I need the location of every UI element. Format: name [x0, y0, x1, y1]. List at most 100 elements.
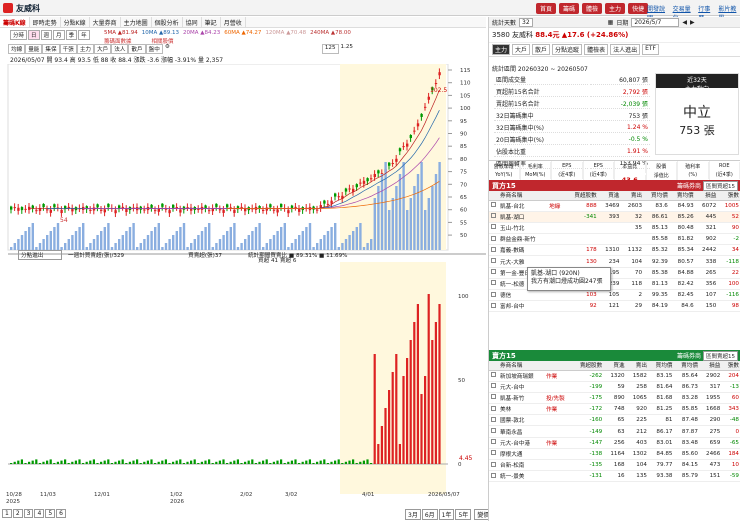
column-header[interactable]: 券商名稱: [498, 361, 545, 371]
nav-chips-button[interactable]: 籌碼: [559, 3, 580, 14]
table-row[interactable]: 台新-松南 -135 168 104 79.77 84.15 473 10: [489, 459, 740, 472]
checkbox-icon[interactable]: [491, 213, 496, 219]
row-checkbox[interactable]: [489, 278, 498, 291]
page-3[interactable]: 3: [23, 509, 34, 518]
table-row[interactable]: 群益金鼎-新竹 85.58 81.82 902 -2: [489, 233, 740, 246]
row-checkbox[interactable]: [489, 233, 498, 246]
page-4[interactable]: 4: [34, 509, 45, 518]
column-header[interactable]: 賣出: [626, 361, 649, 371]
row-checkbox[interactable]: [489, 459, 498, 472]
rtab-inst[interactable]: 法人進出: [610, 44, 641, 55]
tool-custody-button[interactable]: 集保: [42, 44, 60, 54]
gear-icon[interactable]: ⚙: [162, 44, 172, 54]
period-month[interactable]: 月: [53, 30, 65, 40]
period-week[interactable]: 週: [40, 30, 53, 40]
checkbox-icon[interactable]: [491, 450, 496, 456]
column-header[interactable]: 張數: [722, 361, 740, 371]
legend-ma60[interactable]: 60MA ▲74.27: [224, 30, 261, 36]
row-checkbox[interactable]: [489, 244, 498, 257]
column-header[interactable]: 賣均價: [669, 191, 696, 201]
kline-chart[interactable]: 115 110 105 100 95 90 85 80 75 70 65 60 55 50 102.5 54 1…: [0, 64, 486, 504]
tab-notes[interactable]: 筆記: [202, 17, 221, 27]
checkbox-icon[interactable]: [491, 405, 496, 411]
legend-ma10[interactable]: 10MA ▲89.13: [142, 30, 179, 36]
tool-intraday-button[interactable]: 盤中: [145, 44, 163, 54]
checkbox-icon[interactable]: [491, 269, 496, 275]
table-row[interactable]: 元大-台中 -199 59 258 81.64 86.73 317 -13: [489, 381, 740, 393]
column-header[interactable]: 買進: [598, 191, 622, 201]
tab-analysis[interactable]: 個股分析: [152, 17, 183, 27]
checkbox-icon[interactable]: [491, 302, 496, 308]
tab-chip-kline[interactable]: 籌碼K線: [0, 17, 30, 27]
tool-retail-button[interactable]: 散戶: [128, 44, 146, 54]
page-6[interactable]: 6: [56, 509, 66, 518]
rtab-health[interactable]: 體檢表: [584, 44, 609, 55]
checkbox-icon[interactable]: [491, 372, 496, 378]
page-2[interactable]: 2: [12, 509, 23, 518]
tool-main-button[interactable]: 主力: [76, 44, 95, 54]
nav-quick-button[interactable]: 快捷: [628, 3, 649, 14]
table-row[interactable]: 嘉義-數碼 178 1310 1132 85.32 85.34 2442 34: [489, 244, 740, 257]
row-checkbox[interactable]: [489, 300, 498, 313]
tool-inst-button[interactable]: 法人: [111, 44, 129, 54]
rtab-retail[interactable]: 散戶: [532, 44, 551, 55]
calendar-icon[interactable]: ▦: [608, 19, 614, 26]
row-checkbox[interactable]: [489, 255, 498, 268]
table-row[interactable]: 元大-台中港 作業 -147 256 403 83.01 83.48 659 -65: [489, 437, 740, 449]
row-checkbox[interactable]: [489, 222, 498, 235]
row-checkbox[interactable]: [489, 425, 498, 438]
nav-home-button[interactable]: 首頁: [536, 3, 557, 14]
legend-ma240[interactable]: 240MA ▲78.00: [310, 30, 351, 36]
row-checkbox[interactable]: [489, 392, 498, 405]
row-checkbox[interactable]: [489, 403, 498, 416]
table-row[interactable]: 新加坡商瑞銀 作業 -262 1320 1582 83.15 85.64 2902 204: [489, 370, 740, 382]
period-intraday[interactable]: 分時: [10, 30, 28, 40]
row-checkbox[interactable]: [489, 267, 498, 279]
tool-volume-button[interactable]: 量能: [25, 44, 43, 54]
checkbox-icon[interactable]: [491, 472, 496, 478]
row-checkbox[interactable]: [489, 437, 498, 449]
legend-ma120[interactable]: 120MA ▲70.48: [265, 30, 306, 36]
table-row[interactable]: 元大-大雅 130 234 104 92.39 80.57 338 -118: [489, 255, 740, 268]
table-row[interactable]: 德信 103 105 2 99.35 82.45 107 -116: [489, 289, 740, 302]
table-row[interactable]: 美林 作業 -172 748 920 81.25 85.85 1668 343: [489, 403, 740, 416]
checkbox-icon[interactable]: [491, 280, 496, 286]
column-header[interactable]: 損益: [699, 361, 723, 371]
table-row[interactable]: 摩根大通 -138 1164 1302 84.85 85.60 2466 184: [489, 448, 740, 461]
rtab-big[interactable]: 大戶: [512, 44, 531, 55]
bottom-panel-select[interactable]: 分點進出: [18, 250, 62, 260]
table-row[interactable]: 國票-敦北 -160 65 225 81 87.48 290 -48: [489, 414, 740, 427]
column-header[interactable]: 損益: [695, 191, 719, 201]
table-row[interactable]: 凱基-新竹 投/先製 -175 890 1065 81.68 83.28 1955 60: [489, 392, 740, 405]
arrow-left-icon[interactable]: ◀: [682, 19, 687, 26]
table-row[interactable]: 富邦-台中 92 121 29 84.19 84.6 150 98: [489, 300, 740, 313]
checkbox-icon[interactable]: [491, 416, 496, 422]
arrow-right-icon[interactable]: ▶: [690, 19, 695, 26]
rtab-etf[interactable]: ETF: [642, 44, 660, 55]
row-checkbox[interactable]: [489, 448, 498, 461]
sell-select[interactable]: 區間賣超15: [703, 350, 738, 361]
checkbox-icon[interactable]: [491, 383, 496, 389]
row-checkbox[interactable]: [489, 370, 498, 382]
tool-thousand-button[interactable]: 千張: [59, 44, 77, 54]
row-checkbox[interactable]: [489, 211, 498, 223]
legend-ma20[interactable]: 20MA ▲84.23: [183, 30, 220, 36]
page-1[interactable]: 1: [2, 509, 12, 518]
rtab-tracking[interactable]: 分點追蹤: [552, 44, 583, 55]
checkbox-icon[interactable]: [491, 291, 496, 297]
checkbox-icon[interactable]: [491, 461, 496, 467]
column-header[interactable]: 張數: [718, 191, 740, 201]
column-header[interactable]: 賣出: [621, 191, 645, 201]
rtab-main[interactable]: 主力: [492, 44, 511, 55]
page-5[interactable]: 5: [45, 509, 56, 518]
period-quarter[interactable]: 季: [65, 30, 78, 40]
checkbox-icon[interactable]: [491, 439, 496, 445]
checkbox-icon[interactable]: [491, 235, 496, 241]
table-row[interactable]: 華南永昌 -149 63 212 86.17 87.87 275 0: [489, 425, 740, 438]
checkbox-icon[interactable]: [491, 394, 496, 400]
column-header[interactable]: 買均價: [644, 191, 670, 201]
tab-main-map[interactable]: 主力地圖: [121, 17, 152, 27]
checkbox-icon[interactable]: [491, 428, 496, 434]
table-row[interactable]: 凱基-湖口 -341 393 32 86.61 85.26 445 52: [489, 211, 740, 223]
tab-branch-kline[interactable]: 分點K線: [61, 17, 90, 27]
